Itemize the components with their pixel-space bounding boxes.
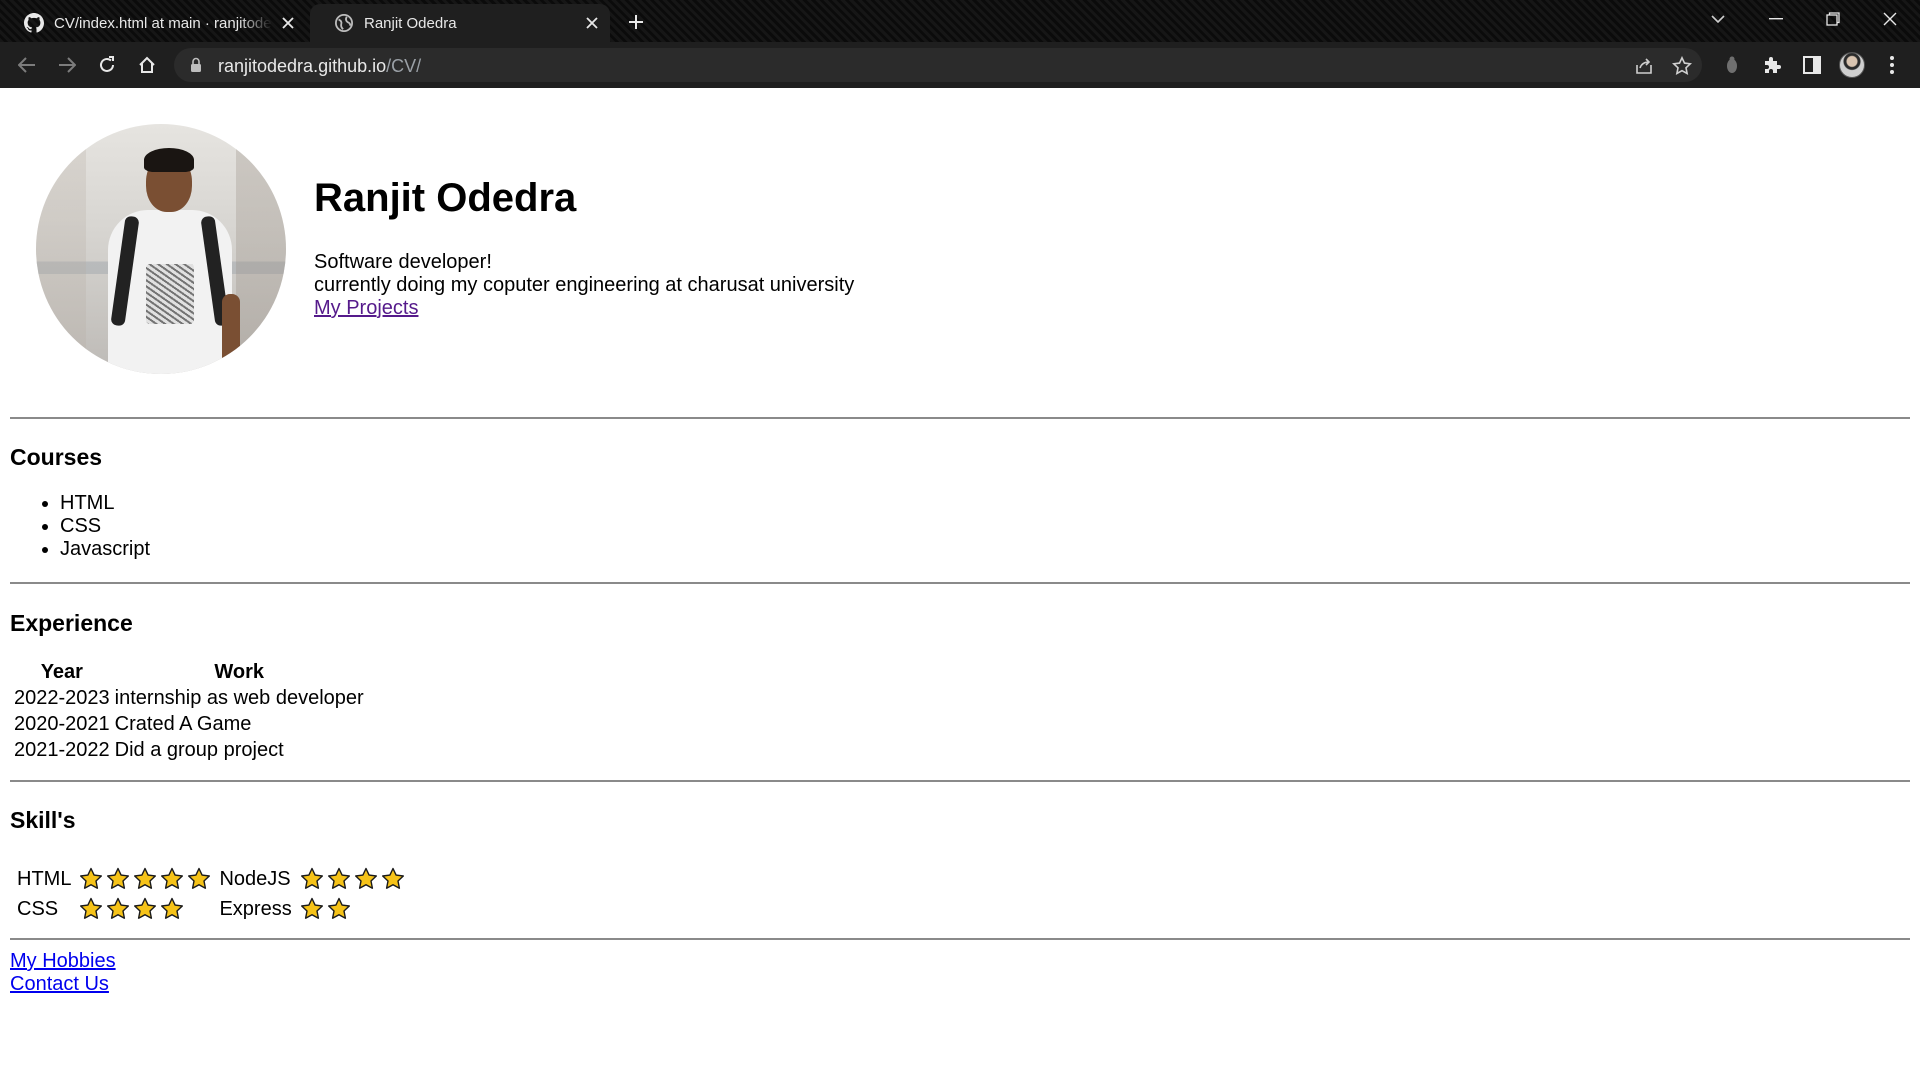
skill-rating — [79, 897, 184, 921]
star-icon — [300, 867, 323, 889]
bio-line-2: currently doing my coputer engineering a… — [314, 274, 855, 296]
new-tab-button[interactable] — [622, 10, 650, 34]
more-menu-icon[interactable] — [1878, 51, 1906, 79]
divider — [10, 780, 1910, 782]
divider — [10, 417, 1910, 419]
table-header-row: Year Work — [13, 661, 365, 684]
skill-name: NodeJS — [219, 867, 291, 890]
github-icon — [24, 13, 44, 33]
tab-title: CV/index.html at main · ranjitodedra/CV — [54, 14, 272, 32]
courses-list: HTML CSS Javascript — [10, 492, 150, 561]
skill-rating — [300, 897, 351, 921]
list-item: Javascript — [60, 538, 150, 561]
extensions-puzzle-icon[interactable] — [1758, 51, 1786, 79]
star-icon — [300, 897, 323, 919]
skill-rating — [300, 867, 405, 891]
table-row: 2020-2021 Crated A Game — [13, 713, 365, 736]
profile-header: Ranjit Odedra Software developer! curren… — [36, 124, 1836, 376]
list-item: HTML — [60, 492, 150, 515]
table-row: 2021-2022 Did a group project — [13, 739, 365, 762]
bio-line-1: Software developer! — [314, 251, 492, 273]
cv-page: Ranjit Odedra Software developer! curren… — [0, 88, 1920, 1078]
column-header-year: Year — [40, 661, 83, 683]
star-icon — [80, 867, 103, 889]
tab-strip: CV/index.html at main · ranjitodedra/CV … — [0, 0, 1920, 42]
courses-heading: Courses — [10, 444, 103, 470]
footer-links: My Hobbies Contact Us — [10, 950, 116, 996]
home-icon[interactable] — [132, 50, 162, 80]
minimize-icon[interactable] — [1748, 0, 1804, 38]
address-bar[interactable]: ranjitodedra.github.io/CV/ — [174, 48, 1702, 82]
url-text[interactable]: ranjitodedra.github.io/CV/ — [218, 56, 421, 77]
divider — [10, 938, 1910, 940]
close-window-icon[interactable] — [1862, 0, 1918, 38]
back-arrow-icon[interactable] — [12, 50, 42, 80]
star-icon — [134, 867, 157, 889]
bookmark-star-icon[interactable] — [1670, 54, 1694, 78]
skill-name: HTML — [17, 867, 72, 890]
cell-year: 2020-2021 — [14, 713, 110, 735]
star-icon — [161, 897, 184, 919]
url-path: /CV/ — [386, 56, 422, 76]
globe-icon — [334, 13, 354, 33]
close-tab-icon[interactable] — [582, 13, 602, 33]
star-icon — [80, 897, 103, 919]
side-panel-icon[interactable] — [1798, 51, 1826, 79]
extension-bug-icon[interactable] — [1718, 51, 1746, 79]
skill-name: Express — [219, 897, 292, 920]
star-icon — [354, 867, 377, 889]
star-icon — [327, 867, 350, 889]
star-icon — [327, 897, 350, 919]
table-row: 2022-2023 internship as web developer — [13, 687, 365, 710]
cell-year: 2022-2023 — [14, 687, 110, 709]
profile-avatar-icon[interactable] — [1838, 51, 1866, 79]
tab-search-chevron-down-icon[interactable] — [1690, 0, 1746, 38]
table-row: HTML NodeJS — [16, 866, 406, 892]
contact-us-link[interactable]: Contact Us — [10, 973, 109, 995]
skills-heading: Skill's — [10, 807, 76, 833]
profile-photo — [36, 124, 286, 374]
reload-icon[interactable] — [92, 50, 122, 80]
skill-rating — [79, 867, 211, 891]
cell-work: internship as web developer — [114, 687, 364, 709]
cell-work: Did a group project — [114, 739, 284, 761]
star-icon — [107, 867, 130, 889]
share-icon[interactable] — [1632, 54, 1656, 78]
star-icon — [381, 867, 404, 889]
tab-title: Ranjit Odedra — [364, 14, 457, 32]
column-header-work: Work — [214, 661, 264, 683]
restore-icon[interactable] — [1805, 0, 1861, 38]
list-item: CSS — [60, 515, 150, 538]
star-icon — [188, 867, 211, 889]
cell-year: 2021-2022 — [14, 739, 110, 761]
profile-bio: Software developer! currently doing my c… — [314, 251, 854, 320]
skills-table: HTML NodeJS CSS Express — [10, 862, 412, 926]
tab-github[interactable]: CV/index.html at main · ranjitodedra/CV — [0, 4, 306, 42]
close-tab-icon[interactable] — [278, 13, 298, 33]
profile-name: Ranjit Odedra — [314, 176, 577, 220]
my-hobbies-link[interactable]: My Hobbies — [10, 950, 116, 972]
skill-name: CSS — [17, 897, 59, 920]
browser-chrome: CV/index.html at main · ranjitodedra/CV … — [0, 0, 1920, 88]
star-icon — [107, 897, 130, 919]
lock-icon[interactable] — [190, 57, 202, 78]
star-icon — [134, 897, 157, 919]
cell-work: Crated A Game — [114, 713, 252, 735]
my-projects-link[interactable]: My Projects — [314, 297, 418, 319]
tab-cv[interactable]: Ranjit Odedra — [310, 4, 610, 42]
experience-table: Year Work 2022-2023 internship as web de… — [10, 658, 368, 765]
star-icon — [161, 867, 184, 889]
divider — [10, 582, 1910, 584]
url-host: ranjitodedra.github.io — [218, 56, 387, 76]
table-row: CSS Express — [16, 896, 406, 922]
forward-arrow-icon[interactable] — [52, 50, 82, 80]
browser-toolbar: ranjitodedra.github.io/CV/ — [0, 42, 1920, 88]
experience-heading: Experience — [10, 610, 133, 636]
